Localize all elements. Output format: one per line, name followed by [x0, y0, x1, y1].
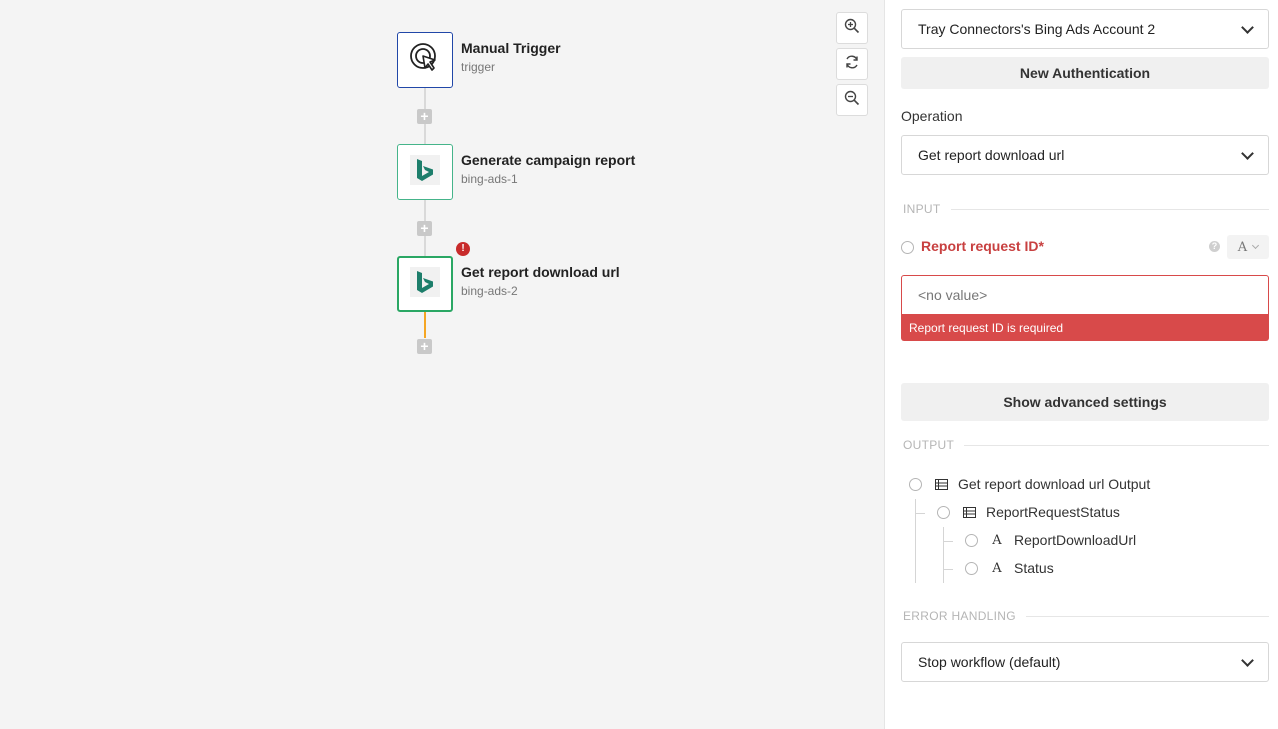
object-type-icon: [934, 477, 948, 491]
zoom-in-button[interactable]: [836, 12, 868, 44]
chevron-down-icon: [1241, 146, 1254, 160]
report-request-id-input[interactable]: <no value>: [901, 275, 1269, 315]
output-tree-item[interactable]: A Status: [965, 560, 1054, 576]
operation-label: Operation: [901, 108, 963, 124]
output-tree-item[interactable]: A ReportDownloadUrl: [965, 532, 1136, 548]
workflow-canvas[interactable]: + + + Manual Trigger trigger Generate ca…: [0, 0, 884, 729]
error-indicator-icon: !: [456, 242, 470, 256]
output-radio[interactable]: [909, 477, 922, 491]
step-node-label: Generate campaign report bing-ads-1: [461, 152, 635, 186]
step-node-label: Manual Trigger trigger: [461, 40, 561, 74]
validation-error-message: Report request ID is required: [901, 315, 1269, 341]
tree-guide-line: [915, 499, 916, 583]
bing-logo-icon: [410, 154, 440, 190]
chevron-down-icon: [1241, 20, 1254, 34]
step-subtitle: bing-ads-1: [461, 172, 518, 186]
step-node-generate-campaign-report[interactable]: [397, 144, 453, 200]
field-radio[interactable]: [901, 241, 914, 254]
tree-guide-line: [943, 541, 953, 542]
zoom-in-icon: [844, 18, 860, 39]
output-tree-label: ReportRequestStatus: [986, 504, 1120, 520]
output-section-header: OUTPUT: [885, 438, 1269, 452]
tree-guide-line: [943, 527, 944, 583]
step-title: Get report download url: [461, 264, 620, 280]
new-authentication-button[interactable]: New Authentication: [901, 57, 1269, 89]
zoom-out-icon: [844, 90, 860, 111]
error-handling-select[interactable]: Stop workflow (default): [901, 642, 1269, 682]
section-divider: [950, 208, 1269, 210]
error-handling-section-header: ERROR HANDLING: [885, 609, 1269, 623]
bing-logo-icon: [410, 266, 440, 302]
output-radio[interactable]: [965, 561, 978, 575]
output-tree-label: ReportDownloadUrl: [1014, 532, 1137, 548]
section-divider: [1025, 615, 1269, 617]
text-type-icon: A: [1237, 239, 1248, 255]
step-node-manual-trigger[interactable]: [397, 32, 453, 88]
authentication-select[interactable]: Tray Connectors's Bing Ads Account 2: [901, 9, 1269, 49]
step-subtitle: bing-ads-2: [461, 284, 518, 298]
output-tree-item[interactable]: ReportRequestStatus: [937, 504, 1120, 520]
tree-guide-line: [943, 569, 953, 570]
connector-line-active: [424, 312, 426, 338]
step-node-get-report-download-url[interactable]: [397, 256, 453, 312]
output-radio[interactable]: [937, 505, 950, 519]
reset-zoom-icon: [844, 54, 860, 75]
output-tree-label: Get report download url Output: [958, 476, 1151, 492]
step-title: Manual Trigger: [461, 40, 561, 56]
section-title: INPUT: [903, 202, 941, 216]
output-radio[interactable]: [965, 533, 978, 547]
zoom-out-button[interactable]: [836, 84, 868, 116]
report-request-id-label: Report request ID*: [921, 238, 1044, 254]
help-icon[interactable]: ?: [1209, 241, 1220, 252]
chevron-down-icon: [1252, 241, 1260, 250]
object-type-icon: [962, 505, 976, 519]
add-step-button[interactable]: +: [417, 109, 432, 124]
section-title: ERROR HANDLING: [903, 609, 1016, 623]
field-type-selector[interactable]: A: [1227, 235, 1269, 259]
error-handling-select-value: Stop workflow (default): [918, 654, 1061, 670]
cursor-click-icon: [409, 42, 441, 79]
show-advanced-settings-button[interactable]: Show advanced settings: [901, 383, 1269, 421]
tree-guide-line: [915, 513, 925, 514]
output-tree-root[interactable]: Get report download url Output: [909, 476, 1150, 492]
reset-zoom-button[interactable]: [836, 48, 868, 80]
operation-select[interactable]: Get report download url: [901, 135, 1269, 175]
step-properties-panel: Tray Connectors's Bing Ads Account 2 New…: [884, 0, 1278, 729]
chevron-down-icon: [1241, 653, 1254, 667]
operation-select-value: Get report download url: [918, 147, 1065, 163]
step-title: Generate campaign report: [461, 152, 636, 168]
input-section-header: INPUT: [885, 202, 1269, 216]
step-subtitle: trigger: [461, 60, 496, 74]
add-step-button[interactable]: +: [417, 221, 432, 236]
section-title: OUTPUT: [903, 438, 955, 452]
text-type-icon: A: [992, 560, 1002, 576]
authentication-select-value: Tray Connectors's Bing Ads Account 2: [918, 21, 1156, 37]
section-divider: [964, 444, 1269, 446]
text-type-icon: A: [992, 532, 1002, 548]
output-tree-label: Status: [1014, 560, 1054, 576]
step-node-label: Get report download url bing-ads-2: [461, 264, 620, 298]
add-step-button[interactable]: +: [417, 339, 432, 354]
